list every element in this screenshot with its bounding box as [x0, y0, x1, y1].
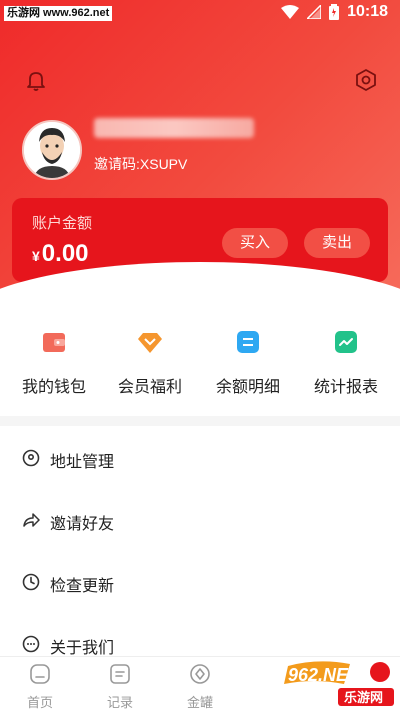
home-icon — [30, 664, 50, 684]
balance-amount: ¥0.00 — [32, 240, 89, 268]
menu-label: 检查更新 — [50, 578, 115, 595]
avatar-image — [24, 122, 80, 178]
signal-icon — [307, 5, 322, 19]
tab-label: 金罐 — [186, 695, 213, 710]
tab-label: 首页 — [26, 695, 53, 710]
menu-item-address[interactable]: 地址管理 — [0, 428, 400, 488]
clock: 10:18 — [347, 3, 388, 20]
wifi-icon — [281, 5, 300, 19]
quick-actions: 我的钱包 会员福利 余额明细 统计报表 — [0, 290, 400, 416]
action-member-benefits[interactable]: 会员福利 — [100, 328, 200, 397]
menu-item-invite[interactable]: 邀请好友 — [0, 490, 400, 550]
balance-label: 账户金额 — [32, 215, 93, 232]
site-watermark-logo: 962.NET 乐游网 — [284, 661, 394, 706]
action-wallet[interactable]: 我的钱包 — [4, 328, 104, 397]
detail-icon — [237, 331, 259, 353]
action-label: 统计报表 — [313, 379, 378, 396]
status-icons: 10:18 — [281, 3, 388, 21]
tab-jar[interactable]: 金罐 — [170, 663, 230, 711]
action-label: 余额明细 — [215, 379, 280, 396]
sell-button[interactable]: 卖出 — [304, 228, 370, 258]
info-icon — [22, 635, 40, 653]
menu-list: 地址管理 邀请好友 检查更新 关于我们 — [0, 426, 400, 662]
chart-icon — [335, 331, 357, 353]
balance-value: 0.00 — [41, 240, 89, 267]
action-label: 会员福利 — [117, 379, 182, 396]
jar-icon — [190, 664, 210, 684]
profile-page: 乐游网 www.962.net 10:18 邀请码:XSUPV 账户金额 ¥0.… — [0, 0, 400, 711]
action-balance-detail[interactable]: 余额明细 — [198, 328, 298, 397]
location-icon — [22, 449, 40, 467]
wallet-icon — [43, 333, 65, 352]
buy-button[interactable]: 买入 — [222, 228, 288, 258]
share-icon — [23, 513, 40, 527]
currency-symbol: ¥ — [32, 248, 40, 264]
status-bar: 乐游网 www.962.net 10:18 — [0, 0, 400, 26]
menu-label: 地址管理 — [50, 454, 115, 471]
watermark-label: 乐游网 www.962.net — [4, 6, 113, 21]
username-blurred — [94, 118, 254, 138]
bell-icon[interactable] — [24, 68, 48, 92]
menu-item-update[interactable]: 检查更新 — [0, 552, 400, 612]
tab-records[interactable]: 记录 — [90, 663, 150, 711]
invite-code[interactable]: 邀请码:XSUPV — [94, 154, 187, 174]
watermark-brand: 962.NET — [288, 665, 361, 685]
action-statistics[interactable]: 统计报表 — [296, 328, 396, 397]
diamond-icon — [138, 333, 162, 353]
record-icon — [110, 664, 130, 684]
menu-label: 关于我们 — [50, 640, 115, 657]
action-label: 我的钱包 — [21, 379, 86, 396]
tab-label: 记录 — [106, 695, 133, 710]
battery-icon — [329, 4, 340, 20]
tab-home[interactable]: 首页 — [10, 663, 70, 711]
watermark-site: 乐游网 — [344, 690, 383, 706]
avatar[interactable] — [22, 120, 82, 180]
menu-label: 邀请好友 — [50, 516, 115, 533]
clock-icon — [22, 573, 40, 591]
gear-icon[interactable] — [354, 68, 378, 92]
